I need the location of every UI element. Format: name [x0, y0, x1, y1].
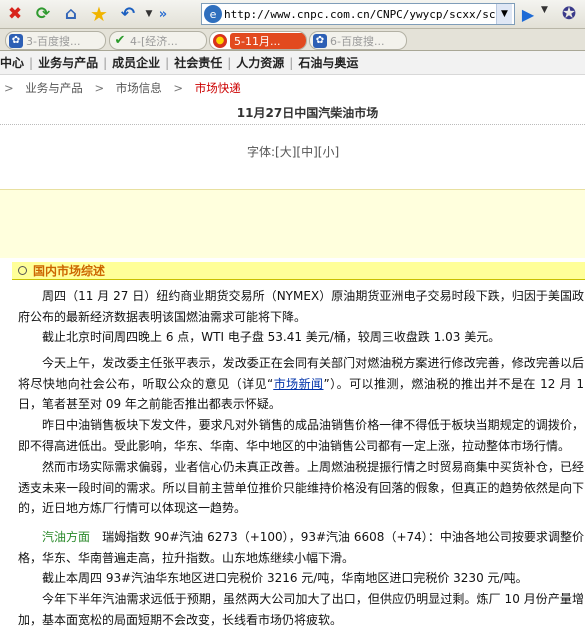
tab-label: 5-11月... — [230, 32, 306, 49]
breadcrumb-arrow: > — [173, 81, 184, 95]
nav-item-center[interactable]: 中心 — [0, 54, 24, 71]
nav-separator: | — [103, 55, 108, 70]
tab-label: 4-[经济... — [130, 34, 178, 48]
url-text[interactable]: http://www.cnpc.com.cn/CNPC/ywycp/scxx/s… — [224, 8, 496, 21]
nav-item-olympics[interactable]: 石油与奥运 — [298, 54, 358, 71]
favorites-star-icon[interactable]: ★ — [86, 1, 112, 27]
paragraph-7: 截止本周四 93#汽油华东地区进口完税价 3216 元/吨，华南地区进口完税价 … — [42, 571, 528, 585]
article-title: 11月27日中国汽柴油市场 — [236, 106, 379, 120]
tab-6[interactable]: ✿ 6-百度搜... — [309, 31, 407, 50]
stop-icon[interactable]: ✖ — [2, 1, 28, 27]
paragraph-8: 今年下半年汽油需求远低于预期，虽然两大公司加大了出口，但供应仍明显过剩。炼厂 1… — [18, 592, 584, 627]
nav-separator: | — [289, 55, 294, 70]
font-size-large[interactable]: [大] — [275, 145, 296, 159]
paragraph-4: 昨日中油销售板块下发文件，要求凡对外销售的成品油销售价格一律不得低于板块当期规定… — [18, 418, 584, 453]
breadcrumb-business[interactable]: 业务与产品 — [25, 81, 83, 95]
tab-4[interactable]: ✔ 4-[经济... — [109, 31, 207, 50]
nav-item-business[interactable]: 业务与产品 — [38, 54, 98, 71]
home-icon[interactable]: ⌂ — [58, 1, 84, 27]
market-news-link[interactable]: 市场新闻 — [273, 377, 323, 391]
refresh-icon[interactable]: ⟳ — [30, 1, 56, 27]
paragraph-3: 今天上午，发改委主任张平表示，发改委正在会同有关部门对燃油税方案进行修改完善，修… — [18, 353, 584, 415]
section-heading: 国内市场综述 — [12, 262, 585, 280]
breadcrumb: > 业务与产品 > 市场信息 > 市场快递 — [0, 80, 585, 98]
baidu-paw-icon: ✿ — [9, 33, 23, 48]
paragraph-5: 然而市场实际需求偏弱，业者信心仍未真正改善。上周燃油税提振行情之时贸易商集中买货… — [18, 460, 584, 515]
back-dropdown-icon[interactable]: ▼ — [144, 1, 154, 27]
tab-5-active[interactable]: ● 5-11月... — [209, 31, 307, 50]
title-divider — [0, 124, 585, 125]
paragraph-6: 汽油方面 瑞姆指数 90#汽油 6273（+100），93#汽油 6608（+7… — [18, 527, 584, 568]
paragraph-6-text: 瑞姆指数 90#汽油 6273（+100），93#汽油 6608（+74）：中油… — [18, 530, 584, 565]
address-dropdown-icon[interactable]: ▼ — [496, 4, 512, 24]
tab-label: 6-百度搜... — [330, 34, 385, 48]
nav-item-members[interactable]: 成员企业 — [112, 54, 160, 71]
section-title: 国内市场综述 — [33, 264, 106, 278]
browser-toolbar: ✖ ⟳ ⌂ ★ ↶ ▼ » e http://www.cnpc.com.cn/C… — [0, 0, 585, 29]
breadcrumb-market-info[interactable]: 市场信息 — [116, 81, 162, 95]
paragraph-1: 周四（11 月 27 日）纽约商业期货交易所（NYMEX）原油期货亚洲电子交易时… — [18, 289, 584, 324]
cnpc-logo-icon: ● — [213, 33, 227, 48]
search-engine-icon[interactable]: ✪ — [557, 3, 581, 25]
nav-separator: | — [227, 55, 232, 70]
paragraph-2: 截止北京时间周四晚上 6 点，WTI 电子盘 53.41 美元/桶，较周三收盘跌… — [42, 330, 501, 344]
summary-box — [0, 189, 585, 258]
nav-separator: | — [165, 55, 170, 70]
tab-label: 3-百度搜... — [26, 34, 81, 48]
font-size-selector: 字体:[大][中][小] — [247, 143, 339, 160]
breadcrumb-arrow: > — [4, 81, 14, 95]
go-dropdown-icon[interactable]: ▼ — [541, 5, 548, 15]
address-bar[interactable]: e http://www.cnpc.com.cn/CNPC/ywycp/scxx… — [201, 3, 515, 25]
go-arrow-icon[interactable]: ▶ — [519, 5, 537, 24]
forward-icon[interactable]: » — [156, 1, 170, 27]
font-size-small[interactable]: [小] — [318, 145, 339, 159]
back-icon[interactable]: ↶ — [114, 1, 142, 27]
nav-item-hr[interactable]: 人力资源 — [236, 54, 284, 71]
gasoline-label: 汽油方面 — [42, 530, 91, 544]
baidu-paw-icon: ✿ — [313, 33, 327, 48]
font-size-label: 字体: — [247, 145, 276, 159]
tab-bar: ✿ 3-百度搜... ✔ 4-[经济... ● 5-11月... ✿ 6-百度搜… — [0, 29, 585, 51]
checkmark-icon: ✔ — [114, 33, 126, 48]
font-size-medium[interactable]: [中] — [296, 145, 317, 159]
site-nav: 中心 | 业务与产品 | 成员企业 | 社会责任 | 人力资源 | 石油与奥运 — [0, 51, 585, 75]
nav-item-social[interactable]: 社会责任 — [174, 54, 222, 71]
breadcrumb-arrow: > — [94, 81, 105, 95]
breadcrumb-current[interactable]: 市场快递 — [195, 81, 241, 95]
circle-bullet-icon — [18, 266, 27, 275]
tab-3[interactable]: ✿ 3-百度搜... — [5, 31, 106, 50]
nav-separator: | — [29, 55, 34, 70]
ie-page-icon: e — [204, 5, 222, 23]
